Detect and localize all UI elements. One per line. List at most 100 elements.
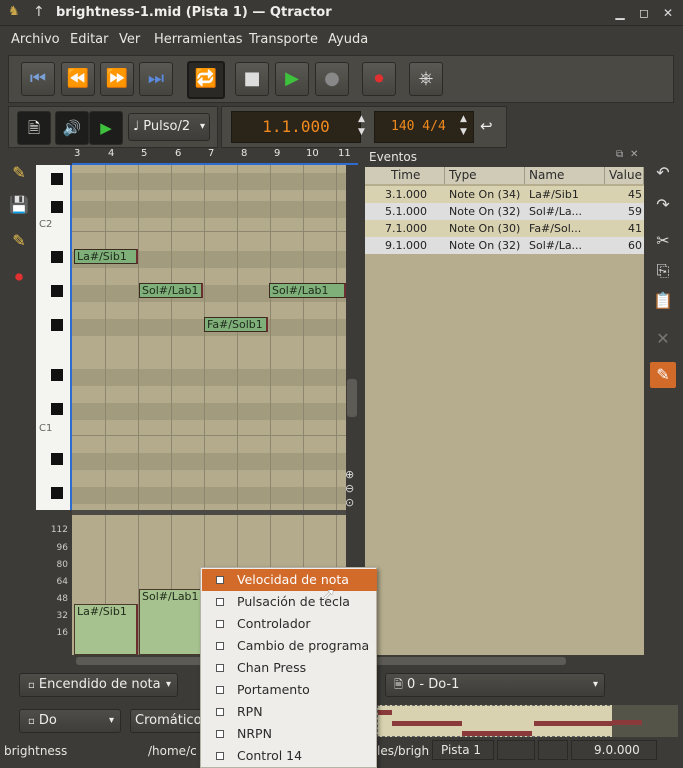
save-icon[interactable]: 💾 — [6, 192, 32, 218]
stop-button[interactable]: ■ — [235, 62, 269, 96]
fast-forward-button[interactable]: ⏩ — [100, 62, 134, 96]
instrument-combo[interactable]: 🗎 0 - Do-1 ▾ — [385, 673, 605, 697]
black-key[interactable] — [51, 251, 63, 263]
instrument-value: 0 - Do-1 — [407, 677, 460, 692]
table-row[interactable]: 7.1.000 Note On (30) Fa#/Sol... 41 — [365, 220, 644, 237]
minimize-icon[interactable]: ▁ — [612, 5, 628, 21]
snap-combo[interactable]: ♩ Pulso/2 ▾ — [128, 113, 210, 141]
table-row[interactable]: 5.1.000 Note On (32) Sol#/La... 59 — [365, 203, 644, 220]
redo-icon[interactable]: ↷ — [650, 192, 676, 218]
record-button[interactable]: ● — [315, 62, 349, 96]
black-key[interactable] — [51, 173, 63, 185]
event-type: Note On (30) — [449, 222, 521, 235]
forward-end-button[interactable]: ⏭ — [139, 62, 173, 96]
velocity-tick: 80 — [56, 560, 68, 570]
black-key[interactable] — [51, 403, 63, 415]
events-table[interactable]: Time Type Name Value 3.1.000 Note On (34… — [365, 167, 644, 655]
menu-editar[interactable]: Editar — [70, 32, 109, 47]
time-display[interactable]: 1.1.000 — [231, 111, 361, 143]
midi-note[interactable]: Sol#/Lab1 — [269, 283, 346, 298]
key-combo[interactable]: ▫ Do ▾ — [19, 709, 121, 733]
column-header[interactable]: Type — [445, 167, 525, 184]
menu-item-portamento[interactable]: Portamento — [202, 679, 377, 701]
radio-icon — [216, 708, 224, 716]
event-time: 9.1.000 — [385, 239, 427, 252]
tempo-reset-icon[interactable]: ↩ — [480, 117, 493, 135]
window-menu-arrow-icon[interactable]: ↑ — [33, 4, 45, 20]
roll-vertical-scrollbar[interactable] — [346, 165, 358, 465]
loop-button[interactable]: 🔁 — [187, 61, 225, 99]
midi-note[interactable]: La#/Sib1 — [74, 249, 138, 264]
black-key[interactable] — [51, 453, 63, 465]
piano-roll-grid[interactable]: La#/Sib1 Sol#/Lab1 Fa#/Solb1 Sol#/Lab1 — [72, 165, 346, 510]
rewind-start-button[interactable]: ⏮ — [21, 62, 55, 96]
record-toggle-icon[interactable]: ⏺ — [6, 264, 32, 290]
time-spin-icon[interactable]: ▲ ▼ — [358, 113, 365, 139]
menu-item-rpn[interactable]: RPN — [202, 701, 377, 723]
velocity-bar[interactable]: Sol#/Lab1 — [139, 589, 203, 655]
column-header[interactable]: Name — [525, 167, 605, 184]
time-ruler[interactable]: 3 4 5 6 7 8 9 10 11 — [72, 148, 358, 165]
midi-note[interactable]: Fa#/Solb1 — [204, 317, 268, 332]
zoom-reset-icon[interactable]: ⊙ — [345, 496, 354, 509]
follow-playhead-button[interactable]: ⎈ — [409, 62, 443, 96]
pencil-edit-icon[interactable]: ✎ — [6, 160, 32, 186]
edit-mode-icon[interactable]: ✎ — [6, 228, 32, 254]
cut-icon[interactable]: ✂ — [650, 228, 676, 254]
step-input-button[interactable]: ▶ — [89, 111, 123, 145]
menu-item-chan-press[interactable]: Chan Press — [202, 657, 377, 679]
piano-keyboard[interactable]: C2 C1 — [36, 165, 72, 510]
menu-archivo[interactable]: Archivo — [11, 32, 60, 47]
black-key[interactable] — [51, 487, 63, 499]
status-field-empty — [497, 740, 535, 760]
menu-herramientas[interactable]: Herramientas — [154, 32, 243, 47]
menu-item-pulsacion[interactable]: Pulsación de tecla — [202, 591, 377, 613]
paste-icon[interactable]: 📋 — [650, 288, 676, 314]
scale-combo[interactable]: Cromático — [130, 709, 202, 733]
menu-transporte[interactable]: Transporte — [249, 32, 318, 47]
sound-button[interactable]: 🔊 — [55, 111, 89, 145]
punch-button[interactable]: ⏺ — [362, 62, 396, 96]
menu-item-nrpn[interactable]: NRPN — [202, 723, 377, 745]
float-icon[interactable]: ⧉ — [616, 149, 623, 160]
menu-item-controlador[interactable]: Controlador — [202, 613, 377, 635]
menu-ver[interactable]: Ver — [119, 32, 140, 47]
roll-splitter[interactable] — [72, 510, 346, 515]
status-field-empty — [538, 740, 568, 760]
undo-icon[interactable]: ↶ — [650, 160, 676, 186]
edit-tool-icon[interactable]: ✎ — [650, 362, 676, 388]
event-type-combo[interactable]: ▫ Encendido de nota ▾ — [19, 673, 178, 697]
close-icon[interactable]: ✕ — [660, 5, 676, 21]
menu-item-control-14[interactable]: Control 14 — [202, 745, 377, 767]
table-row[interactable]: 3.1.000 Note On (34) La#/Sib1 45 — [365, 186, 644, 203]
close-panel-icon[interactable]: ✕ — [630, 149, 638, 160]
table-row[interactable]: 9.1.000 Note On (32) Sol#/La... 60 — [365, 237, 644, 254]
chevron-down-icon: ▾ — [592, 679, 598, 690]
delete-icon[interactable]: ✕ — [650, 326, 676, 352]
column-header[interactable]: Time — [365, 167, 445, 184]
menu-item-cambio-programa[interactable]: Cambio de programa — [202, 635, 377, 657]
midi-note[interactable]: Sol#/Lab1 — [139, 283, 203, 298]
play-button[interactable]: ▶ — [275, 62, 309, 96]
zoom-in-icon[interactable]: ⊕ — [345, 468, 354, 481]
copy-icon[interactable]: ⎘ — [650, 258, 676, 284]
rewind-button[interactable]: ⏪ — [61, 62, 95, 96]
clip-edit-button[interactable]: 🗎 — [17, 111, 51, 145]
clip-overview[interactable] — [377, 705, 645, 737]
tempo-spin-icon[interactable]: ▲ ▼ — [460, 113, 467, 139]
zoom-out-icon[interactable]: ⊖ — [345, 482, 354, 495]
event-value: 59 — [628, 205, 642, 218]
velocity-bar[interactable]: La#/Sib1 — [74, 604, 138, 655]
black-key[interactable] — [51, 369, 63, 381]
radio-icon — [216, 620, 224, 628]
tempo-display[interactable]: 140 4/4 — [374, 111, 474, 143]
note-icon: ♩ — [133, 119, 140, 134]
black-key[interactable] — [51, 201, 63, 213]
menu-ayuda[interactable]: Ayuda — [328, 32, 368, 47]
black-key[interactable] — [51, 285, 63, 297]
column-header[interactable]: Value — [605, 167, 644, 184]
maximize-icon[interactable]: ◻ — [636, 5, 652, 21]
black-key[interactable] — [51, 319, 63, 331]
scrollbar-thumb[interactable] — [347, 379, 357, 417]
menu-item-velocidad[interactable]: Velocidad de nota — [202, 569, 377, 591]
